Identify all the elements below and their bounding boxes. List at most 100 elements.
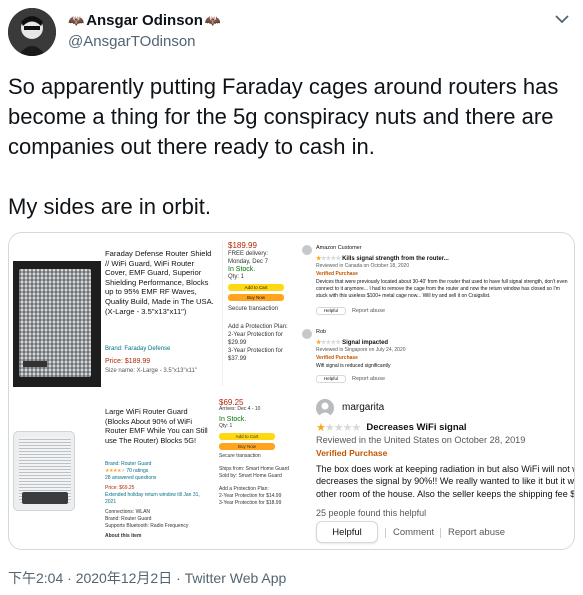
protection-plan-1: 2-Year Protection for $14.99 [219, 493, 282, 499]
faraday-cage-product-image [13, 261, 101, 387]
buy-now-button: Buy Now [228, 294, 284, 301]
review-title: Kills signal strength from the router... [342, 256, 449, 262]
reviewer-avatar-icon [302, 245, 312, 255]
review-title: Decreases WiFi signal [366, 422, 467, 433]
comment-link: Comment [393, 527, 435, 538]
reviewer-avatar-icon [316, 399, 334, 417]
buybox-price: $69.25 [219, 398, 244, 407]
return-window: Extended holiday return window till Jan … [105, 492, 200, 505]
report-abuse: Report abuse [352, 376, 386, 382]
secure-transaction: Secure transaction [228, 306, 279, 312]
star-rating-icon: ★★★★★ [316, 340, 341, 346]
ratings-count: 70 ratings [126, 468, 149, 474]
review-body-line: other room of the house. Also the seller… [316, 488, 575, 499]
add-to-cart-button: Add to Cart [219, 433, 275, 440]
ships-from: Ships from: Smart Home Guard [219, 466, 290, 472]
verified-purchase: Verified Purchase [316, 448, 388, 458]
review-date: Reviewed in Singapore on July 24, 2020 [316, 347, 406, 353]
helpful-button: Helpful [316, 307, 346, 315]
product-price: Price: $69.25 [105, 485, 135, 491]
spec-connections: Connections: WLAN [105, 509, 151, 515]
protection-plan-label: Add a Protection Plan: [228, 324, 288, 330]
product-meta: Brand: Router Guard ★★★★★ 70 ratings 28 … [105, 461, 211, 540]
product-price: Price: $189.99 [105, 358, 151, 365]
spec-supports: Supports Bluetooth: Radio Frequency [105, 523, 189, 529]
bat-emoji-icon: 🦇 [204, 12, 222, 28]
star-rating-icon: ★★★★★ [316, 256, 341, 262]
report-abuse-link: Report abuse [448, 527, 506, 538]
product-brand: Brand: Faraday Defense [105, 346, 171, 352]
media-image-3[interactable]: Large WiFi Router Guard (Blocks About 90… [9, 391, 294, 549]
in-stock: In Stock. [228, 266, 256, 273]
reviewer-name: Rob [316, 329, 327, 335]
media-divider-vertical [294, 233, 296, 549]
ratings-row: ★★★★★ 70 ratings [105, 468, 211, 475]
product-brand: Brand: Router Guard [105, 461, 152, 467]
product-title: Large WiFi Router Guard (Blocks About 90… [105, 407, 208, 445]
spec-brand: Brand: Router Guard [105, 516, 152, 522]
bat-emoji-icon: 🦇 [68, 12, 85, 28]
review-title: Signal impacted [342, 340, 389, 346]
reviewer-avatar-icon [302, 329, 312, 339]
protection-plan-2: 3-Year Protection for $37.99 [228, 348, 283, 362]
tweet-timestamp[interactable]: 下午2:04 · 2020年12月2日 · Twitter Web App [8, 568, 286, 588]
review-body-line: decreases the signal by 90%!! We really … [316, 476, 575, 487]
router-guard-product-image [13, 431, 75, 511]
size-name: Size name: X-Large - 3.5"x13"x11" [105, 368, 197, 374]
product-label [23, 361, 47, 367]
avatar[interactable] [8, 8, 56, 56]
verified-purchase: Verified Purchase [316, 355, 358, 361]
answered-questions: 28 answered questions [105, 475, 157, 481]
about-heading: About this item [105, 533, 142, 539]
chevron-down-icon[interactable] [555, 14, 569, 24]
author-name-row[interactable]: 🦇 Ansgar Odinson 🦇 [68, 12, 221, 29]
review-body: Devices that were previously located abo… [316, 279, 568, 299]
media-divider-horizontal [9, 388, 574, 391]
author-handle[interactable]: @AnsgarTOdinson [68, 33, 196, 50]
star-rating-icon: ★★★★★ [105, 468, 125, 474]
review-title-row: ★★★★★ Signal impacted [316, 339, 388, 346]
reviewer-name: margarita [342, 402, 385, 413]
media-image-2[interactable]: Amazon Customer ★★★★★ Kills signal stren… [296, 233, 574, 388]
helpful-button: Helpful [316, 375, 346, 383]
delivery-date: Arrives: Dec 4 - 10 [219, 406, 261, 412]
tweet-text: So apparently putting Faraday cages arou… [8, 74, 559, 219]
secure-transaction: Secure transaction [219, 453, 261, 459]
buy-now-button: Buy Now [219, 443, 275, 450]
reviewer-name: Amazon Customer [316, 245, 362, 251]
buy-box: $189.99 FREE delivery: Monday, Dec 7 In … [222, 241, 290, 386]
review-date: Reviewed in the United States on October… [316, 435, 526, 445]
buy-box: $69.25 Arrives: Dec 4 - 10 In Stock. Qty… [215, 399, 291, 549]
media-image-1[interactable]: Faraday Defense Router Shield // WiFi Gu… [9, 233, 294, 388]
helpful-count: 25 people found this helpful [316, 508, 427, 518]
avatar-image-icon [8, 8, 56, 56]
review-body-line: The box does work at keeping radiation i… [316, 464, 575, 474]
protection-plan-2: 3-Year Protection for $18.99 [219, 500, 282, 506]
router-inside [22, 492, 68, 504]
sold-by: Sold by: Smart Home Guard [219, 473, 282, 479]
star-rating-icon: ★★★★★ [316, 422, 361, 434]
divider [440, 528, 441, 538]
verified-purchase: Verified Purchase [316, 271, 358, 277]
divider [385, 528, 386, 538]
helpful-button: Helpful [316, 521, 378, 543]
in-stock: In Stock. [219, 416, 247, 423]
author-name[interactable]: Ansgar Odinson [86, 12, 203, 29]
tweet-media-grid[interactable]: Faraday Defense Router Shield // WiFi Gu… [8, 232, 575, 550]
protection-plan-1: 2-Year Protection for $29.99 [228, 332, 283, 346]
review-title-row: ★★★★★ Decreases WiFi signal [316, 421, 467, 434]
buybox-price: $189.99 [228, 241, 257, 250]
report-abuse: Report abuse [352, 308, 386, 314]
qty-select: Qty: 1 [228, 274, 245, 280]
free-delivery: FREE delivery: Monday, Dec 7 [228, 251, 269, 265]
review-date: Reviewed in Canada on October 18, 2020 [316, 263, 410, 269]
review-body: Wifi signal is reduced significantly [316, 363, 391, 369]
add-to-cart-button: Add to Cart [228, 284, 284, 291]
qty-select: Qty: 1 [219, 423, 233, 429]
protection-plan-label: Add a Protection Plan: [219, 486, 269, 492]
product-title: Faraday Defense Router Shield // WiFi Gu… [105, 249, 214, 316]
review-body: The box does work at keeping radiation i… [316, 463, 575, 500]
media-image-4[interactable]: margarita ★★★★★ Decreases WiFi signal Re… [296, 391, 575, 549]
review-title-row: ★★★★★ Kills signal strength from the rou… [316, 255, 449, 262]
tweet: 🦇 Ansgar Odinson 🦇 @AnsgarTOdinson So ap… [0, 0, 583, 595]
